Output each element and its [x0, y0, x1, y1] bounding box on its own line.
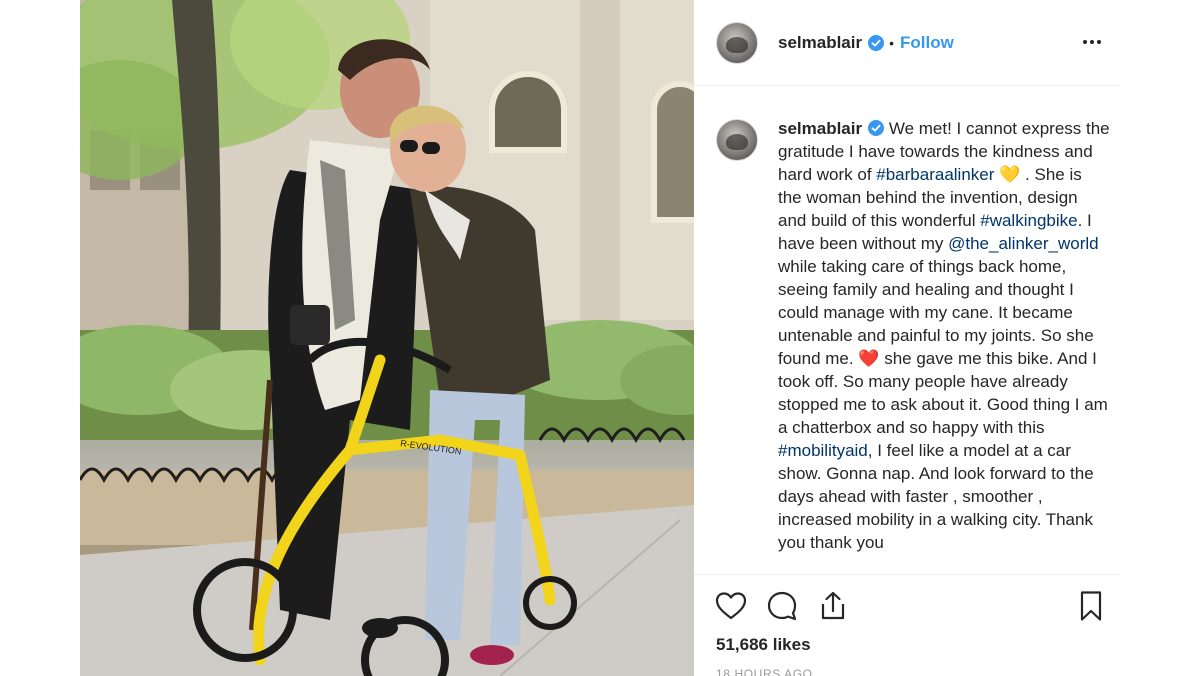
header-username[interactable]: selmablair — [778, 33, 862, 53]
verified-badge-icon — [868, 120, 885, 136]
comment-bubble-icon[interactable] — [765, 589, 799, 623]
hashtag-link[interactable]: #barbaraalinker — [876, 165, 994, 184]
caption-avatar[interactable] — [716, 119, 758, 161]
caption-comment: selmablair We met! I cannot express the … — [716, 117, 1116, 554]
hashtag-link[interactable]: #walkingbike — [980, 211, 1077, 230]
post-side-panel: selmablair • Follow selmablair We met! I… — [694, 0, 1120, 676]
follow-button[interactable]: Follow — [900, 33, 954, 53]
caption-emoji: ❤️ — [858, 349, 880, 368]
post-photo-illustration: R-EVOLUTION — [80, 0, 694, 676]
comments-scroll-area[interactable]: selmablair We met! I cannot express the … — [694, 87, 1120, 571]
post-photo[interactable]: R-EVOLUTION — [80, 0, 694, 676]
mention-link[interactable]: @the_alinker_world — [948, 234, 1099, 253]
profile-avatar[interactable] — [716, 21, 758, 64]
post-timestamp[interactable]: 18 HOURS AGO — [716, 667, 813, 676]
like-count[interactable]: 51,686 likes — [716, 635, 811, 655]
heart-icon[interactable] — [714, 589, 748, 623]
share-icon[interactable] — [816, 589, 850, 623]
verified-badge-icon — [868, 34, 885, 51]
caption-username[interactable]: selmablair — [778, 119, 862, 138]
post-actions: 51,686 likes 18 HOURS AGO — [694, 574, 1120, 676]
header-separator: • — [889, 34, 895, 51]
bookmark-icon[interactable] — [1074, 589, 1108, 623]
hashtag-link[interactable]: #mobilityaid — [778, 441, 868, 460]
more-options-icon[interactable] — [1080, 30, 1104, 54]
caption-emoji: 💛 — [994, 165, 1026, 184]
caption-text: selmablair We met! I cannot express the … — [778, 117, 1110, 554]
post-header: selmablair • Follow — [694, 0, 1120, 86]
